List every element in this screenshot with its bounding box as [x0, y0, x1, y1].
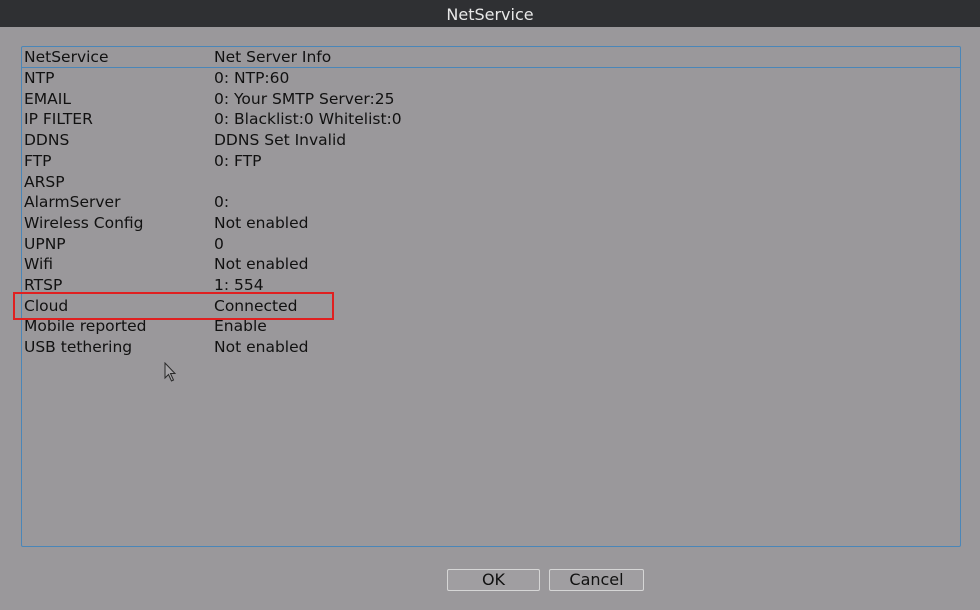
window-title: NetService [0, 0, 980, 27]
list-row-usb-tethering[interactable]: USB tethering Not enabled [22, 337, 960, 358]
list-row-arsp[interactable]: ARSP [22, 172, 960, 193]
service-info: DDNS Set Invalid [214, 131, 347, 150]
service-info: Not enabled [214, 338, 309, 357]
list-row-wifi[interactable]: Wifi Not enabled [22, 254, 960, 275]
service-name: IP FILTER [24, 110, 93, 129]
list-row-ip-filter[interactable]: IP FILTER 0: Blacklist:0 Whitelist:0 [22, 109, 960, 130]
service-name: EMAIL [24, 89, 71, 108]
service-name: ARSP [24, 172, 65, 191]
list-row-upnp[interactable]: UPNP 0 [22, 234, 960, 255]
list-row-email[interactable]: EMAIL 0: Your SMTP Server:25 [22, 89, 960, 110]
list-row-wireless-config[interactable]: Wireless Config Not enabled [22, 213, 960, 234]
list-row-alarmserver[interactable]: AlarmServer 0: [22, 192, 960, 213]
service-name: Wireless Config [24, 213, 144, 232]
service-name: AlarmServer [24, 193, 121, 212]
service-info: Not enabled [214, 255, 309, 274]
service-name: Wifi [24, 255, 54, 274]
service-info: 0: [214, 193, 230, 212]
cancel-button[interactable]: Cancel [549, 569, 644, 591]
ok-button[interactable]: OK [447, 569, 540, 591]
service-name: NTP [24, 69, 55, 87]
service-info: 0: Your SMTP Server:25 [214, 89, 395, 108]
mouse-pointer-icon [164, 362, 177, 382]
service-info: 0: FTP [214, 151, 262, 170]
list-row-ftp[interactable]: FTP 0: FTP [22, 151, 960, 172]
service-info: 0 [214, 234, 224, 253]
header-netservice: NetService [24, 48, 109, 66]
service-name: UPNP [24, 234, 66, 253]
cloud-row-highlight-box [13, 292, 334, 320]
service-info: 0: NTP:60 [214, 69, 290, 87]
service-name: FTP [24, 151, 52, 170]
header-net-server-info: Net Server Info [214, 48, 332, 66]
list-row-ddns[interactable]: DDNS DDNS Set Invalid [22, 130, 960, 151]
list-row-ntp[interactable]: NTP 0: NTP:60 [22, 68, 960, 89]
service-info: 0: Blacklist:0 Whitelist:0 [214, 110, 402, 129]
service-info: Not enabled [214, 213, 309, 232]
list-header: NetService Net Server Info [22, 47, 960, 68]
service-name: USB tethering [24, 338, 133, 357]
service-name: DDNS [24, 131, 70, 150]
